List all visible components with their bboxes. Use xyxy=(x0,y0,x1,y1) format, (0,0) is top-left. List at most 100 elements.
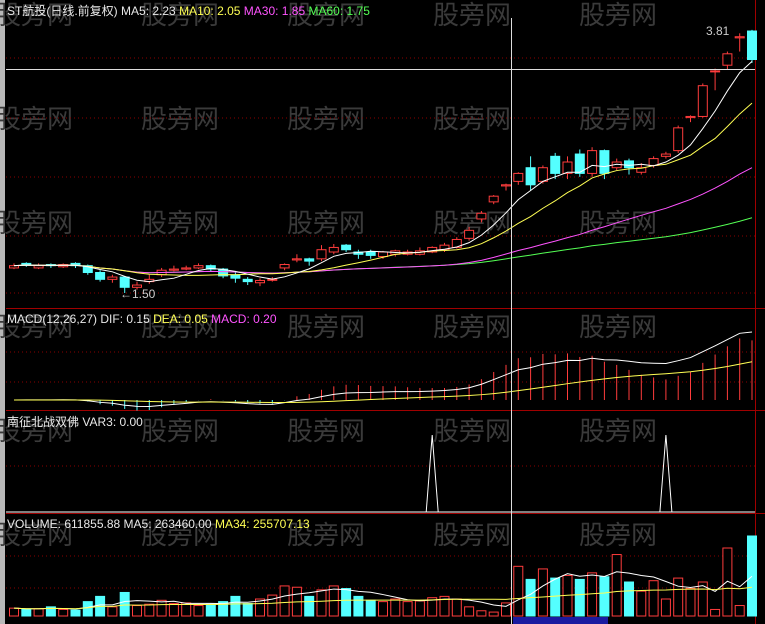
candle-up xyxy=(660,153,671,157)
volume-bar xyxy=(451,598,462,617)
volume-bar xyxy=(673,577,684,617)
candle-up xyxy=(710,70,721,73)
candle-down xyxy=(365,251,376,256)
candle-up xyxy=(328,246,339,253)
ma60-label: MA60: 1.75 xyxy=(308,4,370,18)
var3-label: VAR3: 0.00 xyxy=(82,415,143,429)
candle-down xyxy=(304,258,315,262)
watermark: 股旁网 xyxy=(579,1,657,31)
dif-label: DIF: 0.15 xyxy=(100,312,150,326)
watermark: 股旁网 xyxy=(287,105,365,135)
volume-bar xyxy=(33,608,44,617)
candle-up xyxy=(291,258,302,261)
volume-bar xyxy=(119,591,130,617)
watermark: 股旁网 xyxy=(287,209,365,239)
candle-down xyxy=(341,244,352,251)
candle-down xyxy=(747,30,757,61)
candle-up xyxy=(193,265,204,269)
watermark: 股旁网 xyxy=(579,521,657,551)
volume-bar xyxy=(636,590,647,617)
volume-bar xyxy=(390,598,401,617)
volume-label: VOLUME: 611855.88 xyxy=(7,517,121,531)
watermark: 股旁网 xyxy=(433,521,511,551)
volume-bar xyxy=(279,585,290,617)
macd-header: MACD(12,26,27) DIF: 0.15 DEA: 0.05 MACD:… xyxy=(7,312,277,326)
candle-up xyxy=(722,53,733,66)
ma10-label: MA10: 2.05 xyxy=(179,4,241,18)
crosshair-date-box xyxy=(513,617,608,624)
candle-down xyxy=(95,271,106,280)
ma5-label: MA5: 2.23 xyxy=(121,4,176,18)
low-price-annotation: ←1.50 xyxy=(120,287,156,301)
watermark: 股旁网 xyxy=(579,209,657,239)
watermark: 股旁网 xyxy=(287,417,365,447)
volume-bar xyxy=(132,605,142,617)
volume-bar xyxy=(193,605,204,617)
volume-bar xyxy=(648,580,659,617)
volume-bar xyxy=(722,547,733,617)
volume-bar xyxy=(747,535,757,617)
volume-bar xyxy=(476,610,487,617)
volume-bar xyxy=(341,588,352,617)
var3-spike xyxy=(659,434,673,513)
volume-bar xyxy=(402,601,413,617)
volume-bar xyxy=(611,554,622,617)
volume-bar xyxy=(70,609,81,617)
watermark: 股旁网 xyxy=(433,1,511,31)
volume-bar xyxy=(414,600,425,617)
candle-down xyxy=(550,155,561,174)
watermark: 股旁网 xyxy=(0,105,73,135)
candle-up xyxy=(168,268,179,271)
volume-bar xyxy=(550,577,561,617)
candle-up xyxy=(279,264,290,269)
dea-label: DEA: 0.05 xyxy=(153,312,208,326)
ma30-label: MA30: 1.85 xyxy=(243,4,306,18)
candle-up xyxy=(378,251,388,258)
volume-bar xyxy=(488,611,499,617)
candle-up xyxy=(181,267,192,270)
candle-down xyxy=(119,276,130,288)
candle-up xyxy=(537,167,548,182)
candle-up xyxy=(673,127,684,152)
volume-bar xyxy=(537,568,548,617)
volume-bar xyxy=(168,603,179,617)
watermark: 股旁网 xyxy=(287,313,365,343)
vol-ma34-label: MA34: 255707.13 xyxy=(214,517,310,531)
volume-bar xyxy=(107,606,118,617)
volume-bar xyxy=(365,599,376,617)
volume-bar xyxy=(685,588,696,617)
candle-up xyxy=(255,279,265,284)
volume-header: VOLUME: 611855.88 MA5: 263460.00 MA34: 2… xyxy=(7,517,310,531)
watermark: 股旁网 xyxy=(579,313,657,343)
main-header: ST航投(日线.前复权) MA5: 2.23 MA10: 2.05 MA30: … xyxy=(7,4,370,18)
volume-bar xyxy=(304,595,315,617)
watermark: 股旁网 xyxy=(579,417,657,447)
indicator-title: 南征北战双佛 xyxy=(7,415,80,429)
candle-up xyxy=(697,85,708,117)
volume-bar xyxy=(242,603,253,617)
candle-down xyxy=(525,167,536,186)
watermark: 股旁网 xyxy=(141,105,219,135)
candle-up xyxy=(476,212,487,220)
volume-bar xyxy=(156,599,167,617)
candle-up xyxy=(488,195,499,203)
watermark: 股旁网 xyxy=(141,417,219,447)
macd-title: MACD(12,26,27) xyxy=(7,312,98,326)
candle-up xyxy=(501,184,511,187)
candle-up xyxy=(734,36,745,39)
volume-bar xyxy=(624,581,634,617)
volume-bar xyxy=(144,603,155,617)
volume-bar xyxy=(660,598,671,617)
candle-up xyxy=(513,172,524,182)
candle-up xyxy=(464,229,475,239)
watermark: 股旁网 xyxy=(579,105,657,135)
volume-bar xyxy=(316,589,327,617)
stock-title: ST航投(日线.前复权) xyxy=(7,4,118,18)
watermark: 股旁网 xyxy=(433,105,511,135)
candle-down xyxy=(242,278,253,283)
candle-down xyxy=(21,262,32,266)
macd-value-label: MACD: 0.20 xyxy=(211,312,277,326)
volume-bar xyxy=(378,601,388,617)
volume-bar xyxy=(574,578,585,617)
candle-up xyxy=(107,276,118,280)
